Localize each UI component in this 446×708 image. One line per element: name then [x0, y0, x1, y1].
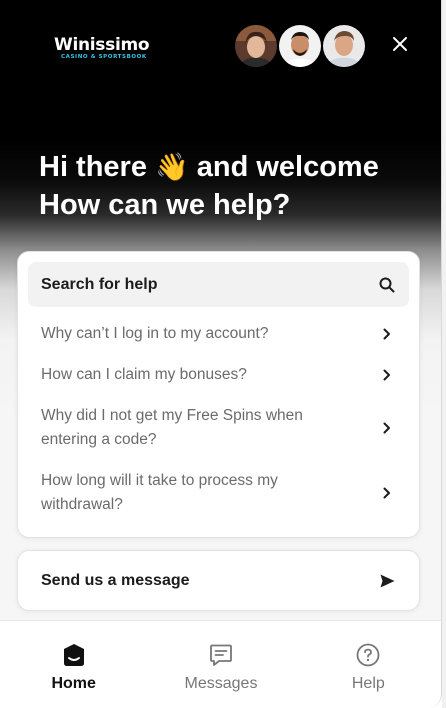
- home-icon: [63, 644, 84, 666]
- faq-item[interactable]: How can I claim my bonuses?: [28, 354, 409, 395]
- search-help-button[interactable]: Search for help: [28, 262, 409, 307]
- agent-avatars: [233, 23, 368, 69]
- waving-hand-icon: 👋: [155, 152, 189, 182]
- faq-item[interactable]: Why did I not get my Free Spins when ent…: [28, 395, 409, 460]
- faq-item-text: How long will it take to process my with…: [41, 471, 278, 513]
- send-message-label: Send us a message: [41, 571, 190, 589]
- agent-avatar-2: [277, 23, 323, 69]
- faq-item[interactable]: Why can’t I log in to my account?: [28, 313, 409, 354]
- faq-list: Why can’t I log in to my account? How ca…: [28, 313, 409, 525]
- help-card: Search for help Why can’t I log in to my…: [17, 251, 420, 538]
- messages-icon: [210, 644, 232, 666]
- bottom-tab-bar: Home Messages Help: [0, 620, 441, 708]
- tab-help[interactable]: Help: [295, 621, 441, 708]
- chevron-right-icon: [383, 422, 390, 433]
- tab-messages-label: Messages: [184, 675, 258, 692]
- tab-home[interactable]: Home: [0, 621, 147, 708]
- search-icon: [379, 277, 395, 292]
- chevron-right-icon: [383, 328, 390, 339]
- brand-name: Winissimo: [54, 35, 150, 55]
- search-label: Search for help: [41, 275, 158, 293]
- background-page-edge: [442, 0, 446, 708]
- faq-item-text: How can I claim my bonuses?: [41, 365, 247, 383]
- agent-avatar-3: [321, 23, 367, 69]
- agent-avatar-1: [233, 23, 279, 69]
- send-message-button[interactable]: Send us a message: [17, 550, 420, 611]
- messenger-widget: Winissimo CASINO & SPORTSBOOK Hi there 👋…: [0, 0, 442, 708]
- tab-messages[interactable]: Messages: [147, 621, 294, 708]
- close-button[interactable]: [388, 32, 412, 56]
- tab-help-label: Help: [351, 675, 385, 692]
- greeting-headline: Hi there 👋 and welcome How can we help?: [39, 148, 419, 224]
- brand-logo: Winissimo CASINO & SPORTSBOOK: [54, 35, 150, 60]
- chevron-right-icon: [383, 487, 390, 498]
- greeting-text-end: and welcome: [196, 151, 379, 183]
- chevron-right-icon: [383, 369, 390, 380]
- brand-tagline: CASINO & SPORTSBOOK: [61, 54, 147, 60]
- send-icon: [380, 574, 395, 587]
- greeting-question: How can we help?: [39, 189, 291, 221]
- close-icon: [393, 37, 407, 51]
- tab-home-label: Home: [51, 675, 96, 692]
- faq-item[interactable]: How long will it take to process my with…: [28, 460, 409, 525]
- faq-item-text: Why did I not get my Free Spins when ent…: [41, 406, 303, 448]
- help-icon: [356, 643, 380, 667]
- greeting-text-start: Hi there: [39, 151, 147, 183]
- faq-item-text: Why can’t I log in to my account?: [41, 324, 269, 342]
